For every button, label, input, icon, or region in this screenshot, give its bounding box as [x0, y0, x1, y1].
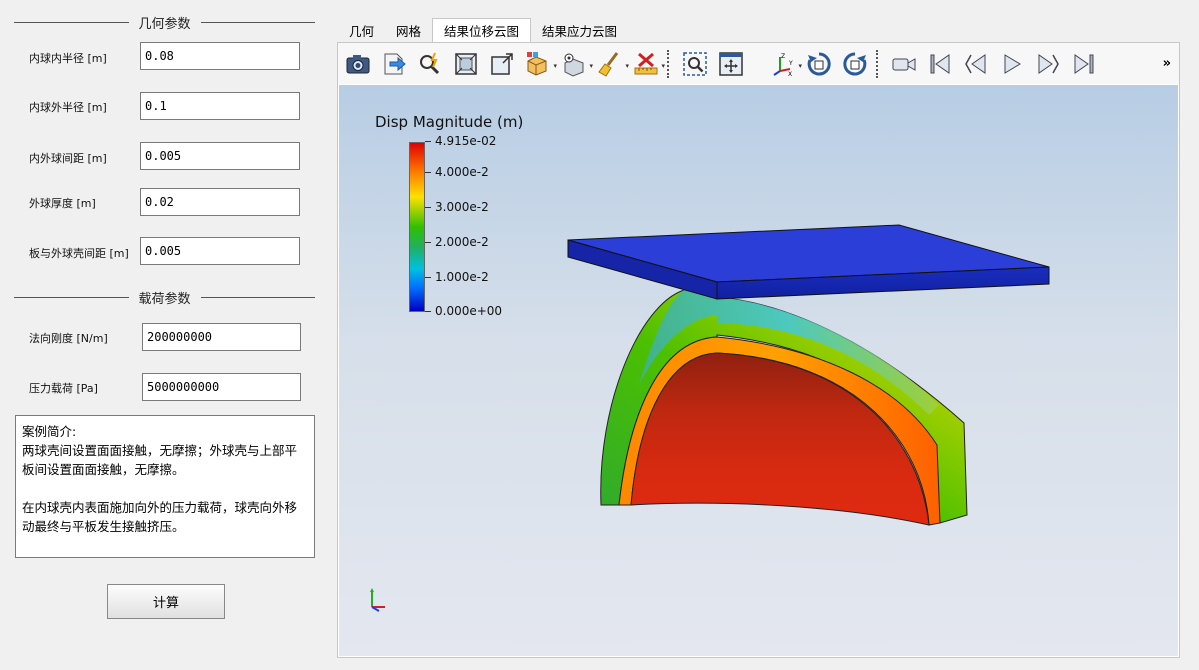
pressure-load-label: 压力载荷 [Pa]	[29, 382, 98, 395]
normal-stiffness-label: 法向刚度 [N/m]	[29, 332, 108, 345]
plate-gap-input[interactable]: 0.005	[140, 237, 300, 265]
svg-text:Y: Y	[788, 60, 793, 67]
load-section-title: 载荷参数	[138, 291, 191, 307]
geometry-section-header: 几何参数	[14, 15, 316, 32]
sphere-gap-label: 内外球间距 [m]	[29, 152, 107, 165]
zoom-extents-icon[interactable]	[486, 48, 518, 80]
calculate-button[interactable]: 计算	[107, 584, 225, 619]
divider	[14, 21, 129, 23]
ruler-icon[interactable]: ▾	[630, 48, 665, 80]
inner-outer-radius-input[interactable]: 0.1	[140, 92, 300, 120]
auto-icon[interactable]	[414, 48, 446, 80]
fit-view-icon[interactable]	[450, 48, 482, 80]
normal-stiffness-input[interactable]: 200000000	[142, 323, 301, 351]
divider	[200, 21, 316, 23]
3d-viewport[interactable]: Disp Magnitude (m) 4.915e-02 4.000e-2 3.…	[339, 85, 1178, 656]
axes-icon[interactable]: ZYX ▾	[767, 48, 802, 80]
prev-frame-icon[interactable]	[960, 48, 992, 80]
inner-inner-radius-label: 内球内半径 [m]	[29, 52, 107, 65]
divider	[200, 296, 316, 298]
case-description: 案例简介: 两球壳间设置面面接触，无摩擦；外球壳与上部平板间设置面面接触，无摩擦…	[15, 415, 315, 558]
pan-icon[interactable]	[715, 48, 747, 80]
show-block-icon[interactable]: ▾	[558, 48, 593, 80]
first-frame-icon[interactable]	[924, 48, 956, 80]
tab-geometry[interactable]: 几何	[338, 18, 385, 42]
svg-text:X: X	[788, 71, 792, 77]
axes-triad	[370, 588, 385, 612]
clean-icon[interactable]: ▾	[594, 48, 629, 80]
tab-displacement[interactable]: 结果位移云图	[432, 18, 532, 42]
outer-thickness-label: 外球厚度 [m]	[29, 197, 96, 210]
sphere-gap-input[interactable]: 0.005	[140, 142, 300, 170]
toolbar-separator	[876, 49, 879, 78]
toolbar-separator	[667, 49, 670, 78]
viewer-toolbar: ▾ ▾ ▾ ▾ ZYX ▾ »	[338, 43, 1179, 84]
rotate-ccw-icon[interactable]	[839, 48, 871, 80]
tab-stress[interactable]: 结果应力云图	[531, 18, 628, 42]
export-icon[interactable]	[378, 48, 410, 80]
pressure-load-input[interactable]: 5000000000	[142, 373, 301, 401]
divider	[14, 296, 129, 298]
svg-text:Z: Z	[781, 53, 785, 60]
plate-gap-label: 板与外球壳间距 [m]	[29, 247, 129, 260]
load-section-header: 载荷参数	[14, 290, 316, 307]
last-frame-icon[interactable]	[1068, 48, 1100, 80]
zoom-box-icon[interactable]	[679, 48, 711, 80]
tab-mesh[interactable]: 网格	[385, 18, 432, 42]
fem-model	[370, 224, 1050, 612]
inner-inner-radius-input[interactable]: 0.08	[140, 42, 300, 70]
play-icon[interactable]	[996, 48, 1028, 80]
rotate-cw-icon[interactable]	[803, 48, 835, 80]
toolbar-overflow-button[interactable]: »	[1163, 56, 1171, 71]
camera-icon[interactable]	[342, 48, 374, 80]
video-icon[interactable]	[888, 48, 920, 80]
outer-thickness-input[interactable]: 0.02	[140, 188, 300, 216]
block-icon[interactable]: ▾	[522, 48, 557, 80]
next-frame-icon[interactable]	[1032, 48, 1064, 80]
result-tabs: 几何 网格 结果位移云图 结果应力云图	[338, 18, 628, 42]
inner-outer-radius-label: 内球外半径 [m]	[29, 101, 107, 114]
geometry-section-title: 几何参数	[138, 16, 191, 32]
